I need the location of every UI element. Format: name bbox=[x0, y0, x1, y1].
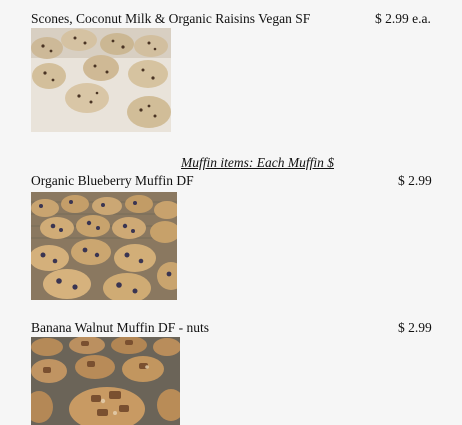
blueberry-muffin-price: $ 2.99 bbox=[398, 173, 432, 188]
banana-walnut-muffins-photo bbox=[31, 337, 180, 425]
banana-walnut-muffin-price: $ 2.99 bbox=[398, 320, 432, 335]
blueberry-muffin-name: Organic Blueberry Muffin DF bbox=[31, 173, 194, 188]
scones-photo bbox=[31, 28, 171, 132]
banana-walnut-muffin-name: Banana Walnut Muffin DF - nuts bbox=[31, 320, 210, 335]
scones-price: $ 2.99 e.a. bbox=[375, 11, 431, 26]
blueberry-muffins-photo bbox=[31, 192, 177, 300]
muffin-section-heading: Muffin items: Each Muffin $ bbox=[181, 155, 334, 170]
scones-name: Scones, Coconut Milk & Organic Raisins V… bbox=[31, 11, 311, 26]
